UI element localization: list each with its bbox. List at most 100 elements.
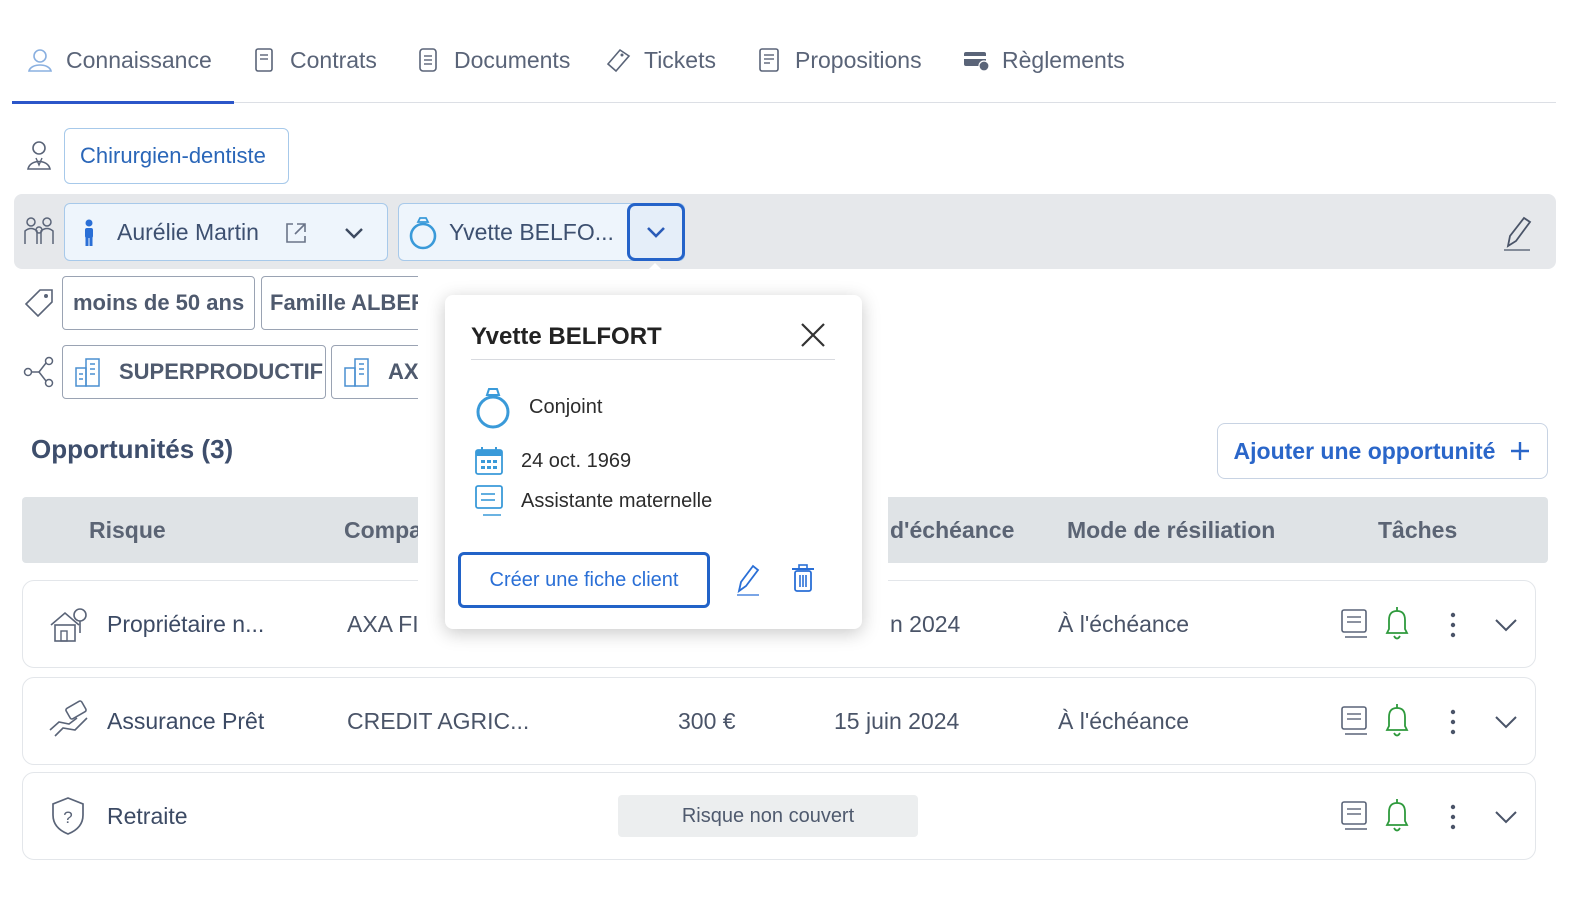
professional-user-icon [27, 141, 51, 170]
create-client-file-button[interactable]: Créer une fiche client [458, 552, 710, 608]
loan-insurance-icon [49, 700, 88, 737]
shield-question-icon: ? [52, 797, 84, 835]
header-risk[interactable]: Risque [89, 517, 166, 544]
company-chip-axa[interactable]: AX [331, 345, 431, 399]
tag-label: moins de 50 ans [73, 290, 245, 315]
family-icon [24, 217, 54, 244]
edit-pencil-icon[interactable] [1500, 212, 1534, 252]
chevron-down-icon[interactable] [1494, 617, 1518, 633]
tab-bar: Connaissance Contrats Documents Tickets … [12, 28, 1556, 104]
tab-label: Règlements [1002, 46, 1125, 73]
more-vertical-icon[interactable] [1443, 708, 1463, 736]
note-icon[interactable] [1339, 704, 1369, 738]
tab-label: Propositions [795, 46, 922, 73]
ring-icon [409, 217, 437, 250]
tag-age[interactable]: moins de 50 ans [62, 276, 255, 330]
tab-connaissance[interactable]: Connaissance [26, 46, 212, 74]
person-name: Aurélie Martin [117, 218, 259, 245]
status-badge-label: Risque non couvert [681, 804, 855, 827]
chevron-down-icon [647, 227, 665, 238]
company-chip-superproductif[interactable]: SUPERPRODUCTIF [62, 345, 326, 399]
row-company: CREDIT AGRIC... [347, 708, 530, 734]
close-icon[interactable] [799, 321, 827, 349]
status-badge: Risque non couvert [618, 795, 918, 837]
job-label: Assistante maternelle [521, 489, 713, 512]
add-opportunity-label: Ajouter une opportunité [1233, 437, 1496, 464]
company-label: AX [388, 359, 419, 384]
tag-family[interactable]: Famille ALBER [261, 276, 431, 330]
tab-label: Documents [454, 46, 571, 73]
profession-chip[interactable]: Chirurgien-dentiste [64, 128, 289, 184]
table-row[interactable]: ? Retraite Risque non couvert [22, 772, 1536, 860]
building-icon [344, 358, 369, 387]
tab-reglements[interactable]: Règlements [962, 46, 1125, 74]
popup-birthdate: 24 oct. 1969 [473, 445, 631, 477]
document-icon [419, 48, 437, 72]
header-tasks[interactable]: Tâches [1378, 517, 1457, 544]
note-icon[interactable] [1339, 607, 1369, 641]
person-name: Yvette BELFO... [449, 218, 614, 245]
proposal-icon [759, 48, 779, 72]
tab-tickets[interactable]: Tickets [604, 46, 716, 74]
chevron-down-icon[interactable] [1494, 714, 1518, 730]
row-company: AXA FI [347, 611, 419, 637]
tab-propositions[interactable]: Propositions [755, 46, 922, 74]
tag-label: Famille ALBER [270, 290, 427, 315]
ring-icon [476, 388, 510, 429]
add-opportunity-button[interactable]: Ajouter une opportunité [1217, 423, 1548, 479]
popup-relation: Conjoint [473, 385, 602, 429]
payment-icon [964, 52, 990, 72]
tab-label: Connaissance [66, 46, 212, 73]
header-due-date[interactable]: d'échéance [890, 517, 1014, 544]
building-icon [75, 358, 100, 387]
popup-divider [471, 359, 835, 360]
relation-label: Conjoint [529, 395, 603, 418]
header-company[interactable]: Compa [344, 517, 422, 544]
more-vertical-icon[interactable] [1443, 803, 1463, 831]
bell-icon[interactable] [1381, 605, 1413, 643]
create-client-file-label: Créer une fiche client [489, 568, 679, 591]
more-vertical-icon[interactable] [1443, 611, 1463, 639]
opportunities-title: Opportunités (3) [31, 434, 234, 464]
row-due-date: 15 juin 2024 [834, 708, 960, 734]
share-network-icon [23, 356, 54, 388]
birthdate-label: 24 oct. 1969 [521, 449, 632, 472]
table-row[interactable]: Assurance Prêt CREDIT AGRIC... 300 € 15 … [22, 677, 1536, 765]
tab-contrats[interactable]: Contrats [250, 46, 377, 74]
header-termination[interactable]: Mode de résiliation [1067, 517, 1275, 544]
popup-arrow [644, 263, 666, 274]
row-amount: 300 € [678, 708, 736, 734]
person-chip-aurelie[interactable]: Aurélie Martin [64, 203, 388, 261]
row-risk: Propriétaire n... [107, 611, 265, 637]
note-icon[interactable] [1339, 799, 1369, 833]
popup-title: Yvette BELFORT [471, 323, 662, 350]
row-risk: Retraite [107, 803, 188, 829]
profession-label: Chirurgien-dentiste [80, 143, 266, 168]
company-label: SUPERPRODUCTIF [119, 359, 324, 384]
trash-icon[interactable] [789, 563, 817, 593]
tab-label: Tickets [644, 46, 716, 73]
bell-icon[interactable] [1381, 797, 1413, 835]
chevron-down-icon[interactable] [1494, 809, 1518, 825]
chevron-down-icon[interactable] [343, 224, 365, 242]
external-link-icon[interactable] [283, 220, 309, 246]
calendar-icon [475, 447, 503, 475]
row-termination: À l'échéance [1058, 611, 1189, 637]
plus-icon [1511, 442, 1530, 460]
spouse-popup: Yvette BELFORT Conjoint 24 oct. 1969 Ass… [445, 295, 862, 629]
person-icon [85, 219, 93, 246]
spouse-dropdown-button[interactable] [627, 203, 685, 261]
edit-pencil-icon[interactable] [733, 561, 763, 597]
tab-documents[interactable]: Documents [414, 46, 570, 74]
tab-label: Contrats [290, 46, 377, 73]
job-card-icon [475, 485, 503, 516]
tag-icon [24, 289, 53, 318]
user-knowledge-icon [27, 49, 53, 72]
row-due-date: n 2024 [890, 611, 961, 637]
popup-job: Assistante maternelle [473, 483, 712, 519]
house-owner-icon [50, 608, 87, 642]
bell-icon[interactable] [1381, 702, 1413, 740]
row-termination: À l'échéance [1058, 708, 1189, 734]
contract-icon [255, 48, 273, 72]
svg-text:?: ? [63, 808, 72, 827]
